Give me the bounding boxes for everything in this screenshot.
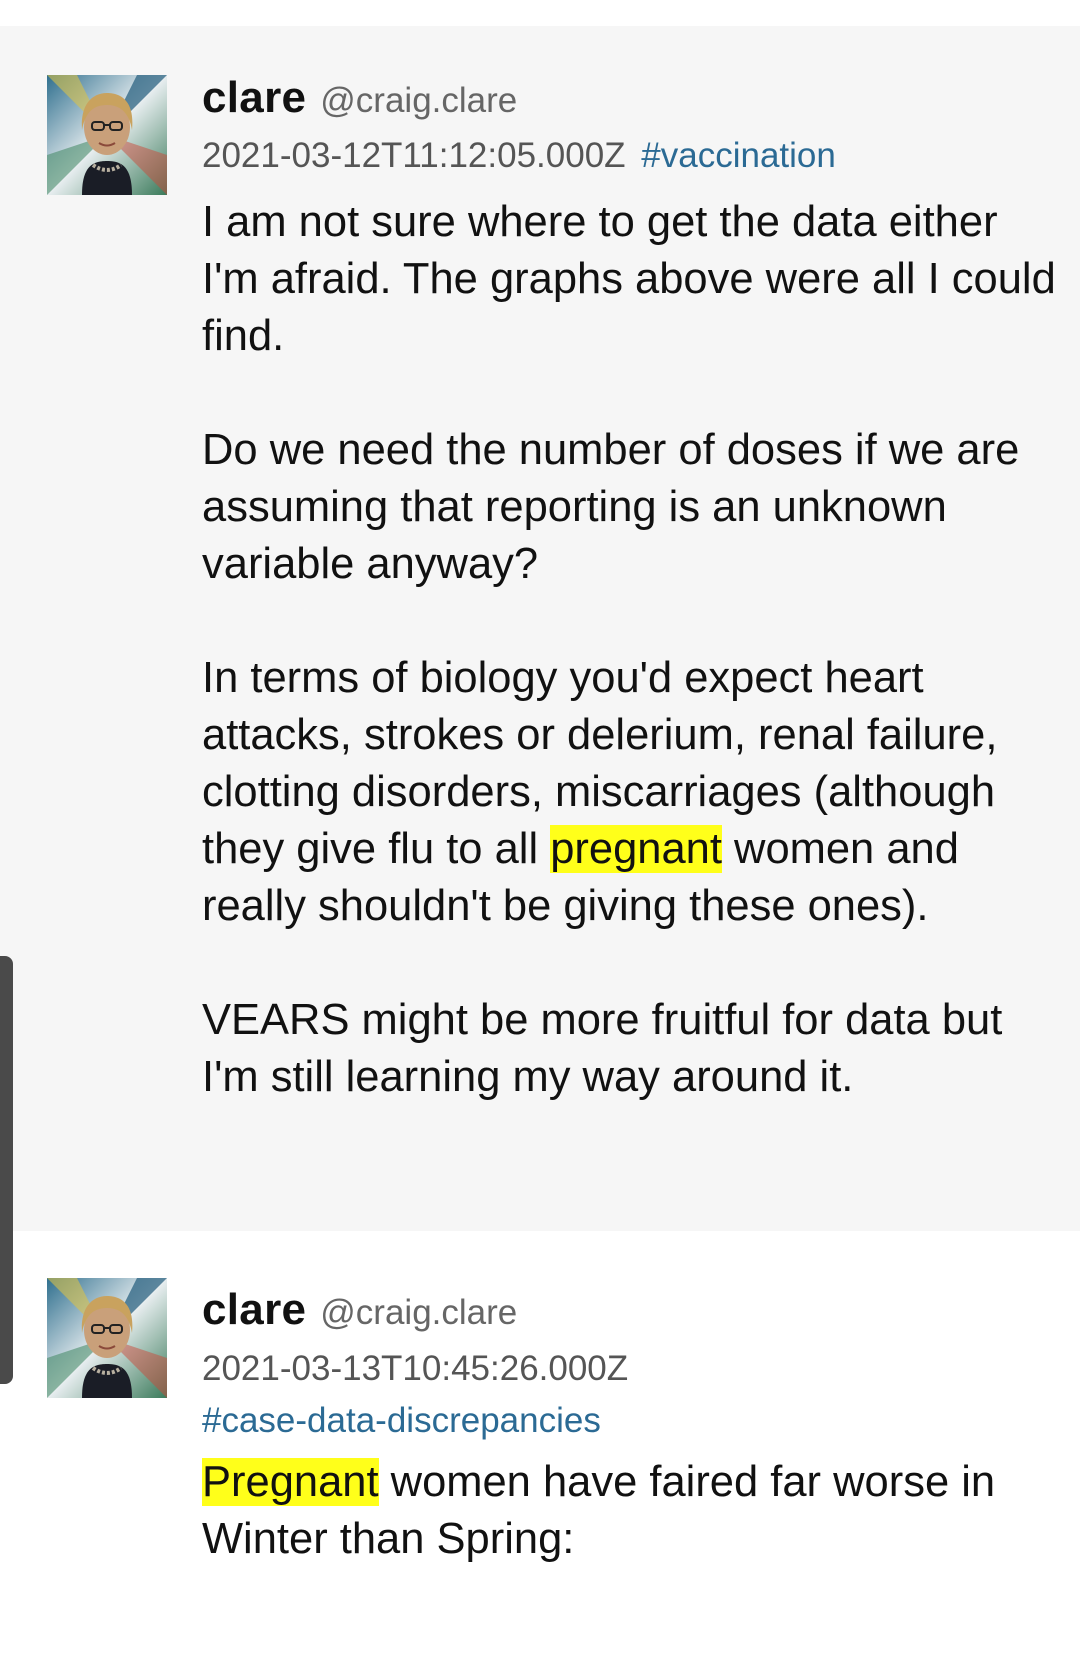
- avatar[interactable]: [47, 1278, 167, 1398]
- post-card[interactable]: clare @craig.clare 2021-03-13T10:45:26.00…: [0, 1231, 1080, 1658]
- timestamp: 2021-03-13T10:45:26.000Z: [202, 1349, 629, 1388]
- search-highlight: Pregnant: [202, 1458, 379, 1506]
- post-paragraph: Do we need the number of doses if we are…: [202, 426, 1020, 588]
- post-header: clare @craig.clare: [202, 1285, 517, 1335]
- post-paragraph: I am not sure where to get the data eith…: [202, 198, 1056, 360]
- author-name[interactable]: clare: [202, 73, 306, 122]
- search-highlight: pregnant: [550, 825, 722, 873]
- post-paragraph: In terms of biology you'd expect heart a…: [202, 650, 1062, 935]
- post-paragraph: VEARS might be more fruitful for data bu…: [202, 996, 1003, 1101]
- author-handle[interactable]: @craig.clare: [320, 81, 517, 120]
- post-body: I am not sure where to get the data eith…: [202, 194, 1062, 1106]
- hashtag-link[interactable]: #case-data-discrepancies: [202, 1401, 601, 1441]
- post-header: clare @craig.clare: [202, 73, 517, 123]
- avatar[interactable]: [47, 75, 167, 195]
- timestamp: 2021-03-12T11:12:05.000Z: [202, 136, 626, 175]
- post-card[interactable]: clare @craig.clare 2021-03-12T11:12:05.00…: [0, 26, 1080, 1231]
- scroll-handle[interactable]: [0, 956, 13, 1384]
- post-body: Pregnant women have faired far worse in …: [202, 1454, 1062, 1568]
- author-name[interactable]: clare: [202, 1285, 306, 1334]
- hashtag-link[interactable]: #vaccination: [641, 136, 836, 175]
- author-handle[interactable]: @craig.clare: [320, 1293, 517, 1332]
- post-meta: 2021-03-12T11:12:05.000Z #vaccination: [202, 136, 836, 176]
- post-paragraph: Pregnant women have faired far worse in …: [202, 1454, 1062, 1568]
